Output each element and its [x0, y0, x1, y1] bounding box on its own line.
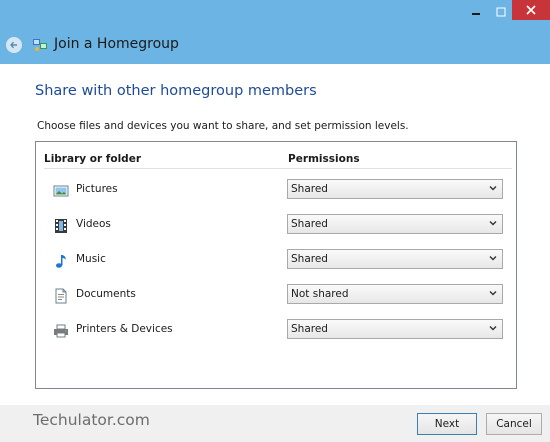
- row-label: Documents: [76, 288, 136, 300]
- minimize-button[interactable]: [465, 3, 487, 21]
- watermark-text: Techulator.com: [33, 411, 150, 429]
- maximize-icon: [496, 7, 506, 17]
- header-divider: [44, 168, 512, 169]
- chevron-down-icon: [489, 186, 497, 191]
- list-item-documents: Documents Not shared: [36, 284, 516, 308]
- printer-icon: [54, 324, 68, 338]
- chevron-down-icon: [489, 221, 497, 226]
- cancel-button[interactable]: Cancel: [486, 413, 542, 435]
- select-value: Shared: [291, 253, 328, 265]
- list-item-music: Music Shared: [36, 249, 516, 273]
- permission-select-documents[interactable]: Not shared: [287, 284, 503, 304]
- select-value: Not shared: [291, 288, 349, 300]
- music-icon: [56, 255, 66, 268]
- library-column-header: Library or folder: [44, 153, 141, 165]
- permission-select-printers-devices[interactable]: Shared: [287, 319, 503, 339]
- permissions-column-header: Permissions: [288, 153, 360, 165]
- list-item-printers-devices: Printers & Devices Shared: [36, 319, 516, 343]
- title-bar: Join a Homegroup: [0, 0, 550, 64]
- select-value: Shared: [291, 323, 328, 335]
- sharing-list: Library or folder Permissions Pictures S…: [35, 141, 517, 389]
- list-item-videos: Videos Shared: [36, 214, 516, 238]
- maximize-button[interactable]: [490, 3, 512, 21]
- back-button[interactable]: [6, 37, 22, 53]
- window-title: Join a Homegroup: [54, 36, 179, 52]
- documents-icon: [55, 288, 67, 304]
- chevron-down-icon: [489, 291, 497, 296]
- homegroup-icon: [33, 39, 47, 51]
- list-item-pictures: Pictures Shared: [36, 179, 516, 203]
- pictures-icon: [53, 185, 69, 197]
- chevron-down-icon: [489, 256, 497, 261]
- permission-select-pictures[interactable]: Shared: [287, 179, 503, 199]
- select-value: Shared: [291, 183, 328, 195]
- row-label: Printers & Devices: [76, 323, 173, 335]
- close-icon: [526, 5, 536, 15]
- next-button[interactable]: Next: [417, 413, 477, 435]
- row-label: Pictures: [76, 183, 118, 195]
- row-label: Music: [76, 253, 106, 265]
- chevron-down-icon: [489, 326, 497, 331]
- permission-select-videos[interactable]: Shared: [287, 214, 503, 234]
- join-homegroup-window: Join a Homegroup Share with other homegr…: [0, 0, 550, 442]
- close-button[interactable]: [512, 0, 550, 20]
- select-value: Shared: [291, 218, 328, 230]
- row-label: Videos: [76, 218, 111, 230]
- permission-select-music[interactable]: Shared: [287, 249, 503, 269]
- page-heading: Share with other homegroup members: [35, 83, 317, 99]
- back-arrow-icon: [10, 41, 17, 49]
- footer-bar: Techulator.com Next Cancel: [0, 405, 550, 442]
- instruction-text: Choose files and devices you want to sha…: [37, 120, 409, 132]
- videos-icon: [55, 219, 67, 233]
- minimize-icon: [472, 13, 480, 15]
